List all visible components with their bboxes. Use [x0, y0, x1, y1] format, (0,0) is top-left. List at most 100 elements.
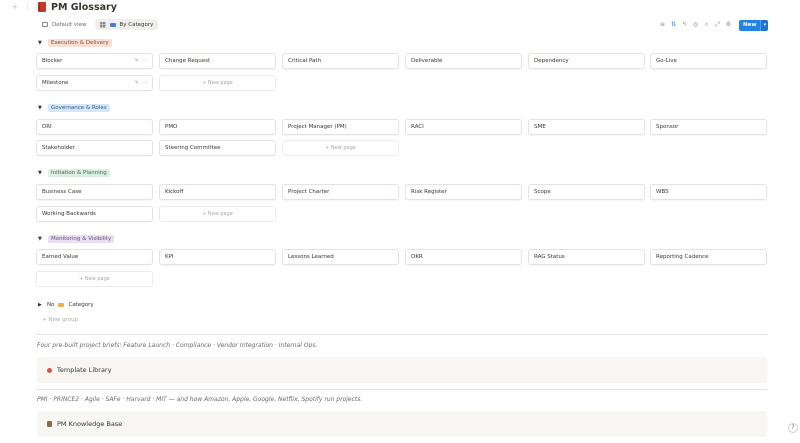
view-tabs: Default view By Category	[37, 19, 159, 31]
card-title: Lessons Learned	[288, 254, 334, 260]
new-page-button[interactable]: + New page	[36, 271, 153, 287]
group-header-no-category[interactable]: ▶ No Category	[38, 300, 94, 310]
new-page-button[interactable]: + New page	[159, 206, 276, 222]
group-header-monitoring[interactable]: ▼ Monitoring & Visibility	[38, 234, 119, 244]
new-page-button[interactable]: + New page	[282, 140, 399, 156]
template-library-link[interactable]: Template Library	[37, 357, 767, 383]
card-project-charter[interactable]: Project Charter	[282, 184, 399, 200]
card-title: SME	[534, 124, 546, 130]
toggle-down-icon[interactable]: ▼	[38, 105, 43, 111]
new-page-button[interactable]: + New page	[159, 75, 276, 91]
group-tag: Execution & Delivery	[48, 39, 112, 47]
database-toolbar: ≡ ⇅ ϟ ◎ ⌕ ⤢ ⚙ New ▾	[659, 19, 769, 31]
ai-icon[interactable]: ◎	[692, 21, 699, 29]
card-steering-committee[interactable]: Steering Committee	[159, 140, 276, 156]
edit-icon[interactable]: ✎	[135, 58, 139, 64]
card-critical-path[interactable]: Critical Path	[282, 53, 399, 69]
more-icon[interactable]: ⋯	[143, 58, 148, 64]
card-title: Milestone	[42, 80, 69, 86]
card-title: Change Request	[165, 58, 211, 64]
settings-icon[interactable]: ⚙	[725, 21, 732, 29]
no-category-label: Category	[68, 302, 94, 308]
card-deliverable[interactable]: Deliverable	[405, 53, 522, 69]
library-icon	[47, 367, 52, 373]
group-header-governance[interactable]: ▼ Governance & Roles	[38, 103, 115, 113]
toggle-right-icon[interactable]: ▶	[38, 302, 43, 308]
card-kpi[interactable]: KPI	[159, 249, 276, 265]
card-earned-value[interactable]: Earned Value	[36, 249, 153, 265]
book-icon	[47, 421, 52, 427]
toggle-down-icon[interactable]: ▼	[38, 40, 43, 46]
folder-icon	[109, 22, 116, 27]
edit-icon[interactable]: ✎	[135, 80, 139, 86]
group-tag: Initiation & Planning	[48, 169, 110, 177]
card-dri[interactable]: DRI	[36, 119, 153, 135]
card-wbs[interactable]: WBS	[650, 184, 767, 200]
card-rag-status[interactable]: RAG Status	[528, 249, 645, 265]
card-okr[interactable]: OKR	[405, 249, 522, 265]
card-title: Project Manager (PM)	[288, 124, 347, 130]
group-tag: Governance & Roles	[48, 104, 110, 112]
card-dependency[interactable]: Dependency	[528, 53, 645, 69]
card-title: Blocker	[42, 58, 63, 64]
card-reporting-cadence[interactable]: Reporting Cadence	[650, 249, 767, 265]
toggle-down-icon[interactable]: ▼	[38, 170, 43, 176]
card-pmo[interactable]: PMO	[159, 119, 276, 135]
card-title: RAG Status	[534, 254, 565, 260]
tab-label: By Category	[119, 21, 154, 28]
page-title: PM Glossary	[51, 1, 117, 13]
card-title: DRI	[42, 124, 52, 130]
card-title: Earned Value	[42, 254, 79, 260]
card-title: Risk Register	[411, 189, 447, 195]
tab-label: Default view	[52, 21, 87, 28]
card-title: Working Backwards	[42, 211, 96, 217]
card-title: Deliverable	[411, 58, 443, 64]
chevron-down-icon[interactable]: ▾	[760, 19, 769, 31]
card-working-backwards[interactable]: Working Backwards	[36, 206, 153, 222]
card-sme[interactable]: SME	[528, 119, 645, 135]
tab-by-category[interactable]: By Category	[94, 19, 159, 30]
search-icon[interactable]: ⌕	[703, 21, 710, 29]
divider	[36, 389, 767, 390]
page-header: PM Glossary	[38, 1, 117, 13]
more-icon[interactable]: ⋯	[143, 80, 148, 86]
group-header-initiation[interactable]: ▼ Initiation & Planning	[38, 168, 115, 178]
card-stakeholder[interactable]: Stakeholder	[36, 140, 153, 156]
card-risk-register[interactable]: Risk Register	[405, 184, 522, 200]
toggle-down-icon[interactable]: ▼	[38, 236, 43, 242]
card-business-case[interactable]: Business Case	[36, 184, 153, 200]
card-milestone[interactable]: Milestone ✎ ⋯	[36, 75, 153, 91]
card-title: RACI	[411, 124, 424, 130]
card-blocker[interactable]: Blocker ✎ ⋯	[36, 53, 153, 69]
card-raci[interactable]: RACI	[405, 119, 522, 135]
callout-label: Template Library	[57, 366, 112, 374]
new-button[interactable]: New ▾	[739, 19, 769, 31]
card-kickoff[interactable]: Kickoff	[159, 184, 276, 200]
card-title: Reporting Cadence	[656, 254, 709, 260]
card-tools: ✎ ⋯	[135, 80, 148, 86]
help-button[interactable]: ?	[788, 423, 798, 433]
card-go-live[interactable]: Go-Live	[650, 53, 767, 69]
knowledge-base-link[interactable]: PM Knowledge Base	[37, 411, 767, 437]
card-change-request[interactable]: Change Request	[159, 53, 276, 69]
sort-icon[interactable]: ⇅	[670, 21, 677, 29]
card-title: Steering Committee	[165, 145, 221, 151]
filter-icon[interactable]: ≡	[659, 21, 666, 29]
tab-default-view[interactable]: Default view	[37, 19, 92, 30]
card-title: Project Charter	[288, 189, 330, 195]
card-tools: ✎ ⋯	[135, 58, 148, 64]
card-title: Business Case	[42, 189, 82, 195]
divider	[36, 334, 767, 335]
card-sponsor[interactable]: Sponsor	[650, 119, 767, 135]
new-button-label[interactable]: New	[739, 19, 761, 31]
automation-icon[interactable]: ϟ	[681, 21, 688, 29]
card-title: OKR	[411, 254, 423, 260]
card-lessons-learned[interactable]: Lessons Learned	[282, 249, 399, 265]
group-header-execution[interactable]: ▼ Execution & Delivery	[38, 38, 117, 48]
new-group-button[interactable]: + New group	[42, 317, 78, 323]
card-scope[interactable]: Scope	[528, 184, 645, 200]
card-project-manager[interactable]: Project Manager (PM)	[282, 119, 399, 135]
expand-icon[interactable]: ⤢	[714, 21, 721, 29]
no-category-prefix: No	[47, 302, 55, 308]
folder-icon	[58, 302, 65, 308]
